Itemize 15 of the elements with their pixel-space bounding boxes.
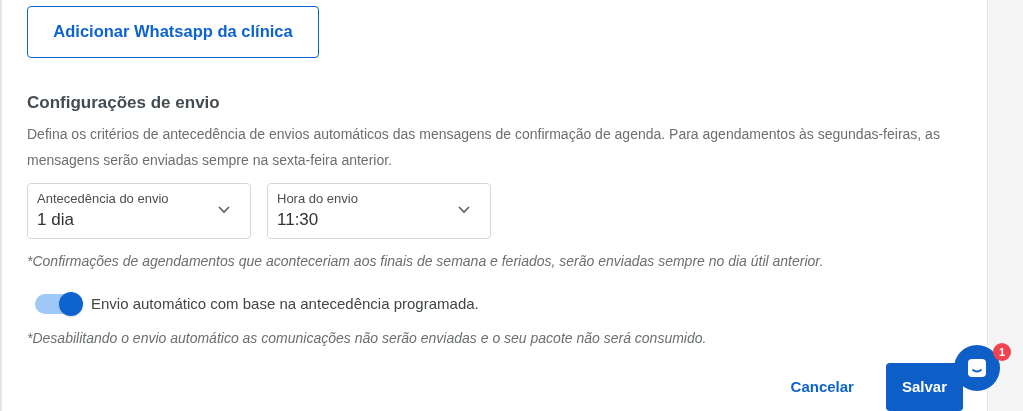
dropdown-field[interactable]: Antecedência do envio 1 dia	[27, 183, 251, 239]
add-whatsapp-button[interactable]: Adicionar Whatsapp da clínica	[27, 6, 319, 58]
chevron-down-icon	[458, 206, 470, 214]
chevron-down-icon	[218, 206, 230, 214]
save-button[interactable]: Salvar	[885, 363, 963, 411]
auto-send-label: Envio automático com base na antecedência programada.	[91, 293, 479, 314]
disable-note: *Desabilitando o envio automático as comunicações não serão enviadas e o seu pacote não será consumido.	[27, 329, 708, 348]
cancel-button[interactable]: Cancelar	[774, 363, 870, 411]
section-title: Configurações de envio	[27, 91, 221, 114]
section-description: Defina os critérios de antecedência de envios automáticos das mensagens de confirmação de agenda. Para agendamentos às segundas-feiras, as mensagens serão enviadas sempre na sexta-feira anterior.	[27, 125, 941, 170]
chat-icon	[966, 357, 988, 379]
weekend-note: *Confirmações de agendamentos que aconteceriam aos finais de semana e feriados, serão enviadas sempre no dia útil anterior.	[27, 252, 825, 271]
dropdown-field[interactable]: Hora do envio 11:30	[267, 183, 491, 239]
notification-badge: 1	[993, 343, 1011, 361]
auto-send-toggle[interactable]	[35, 292, 83, 316]
